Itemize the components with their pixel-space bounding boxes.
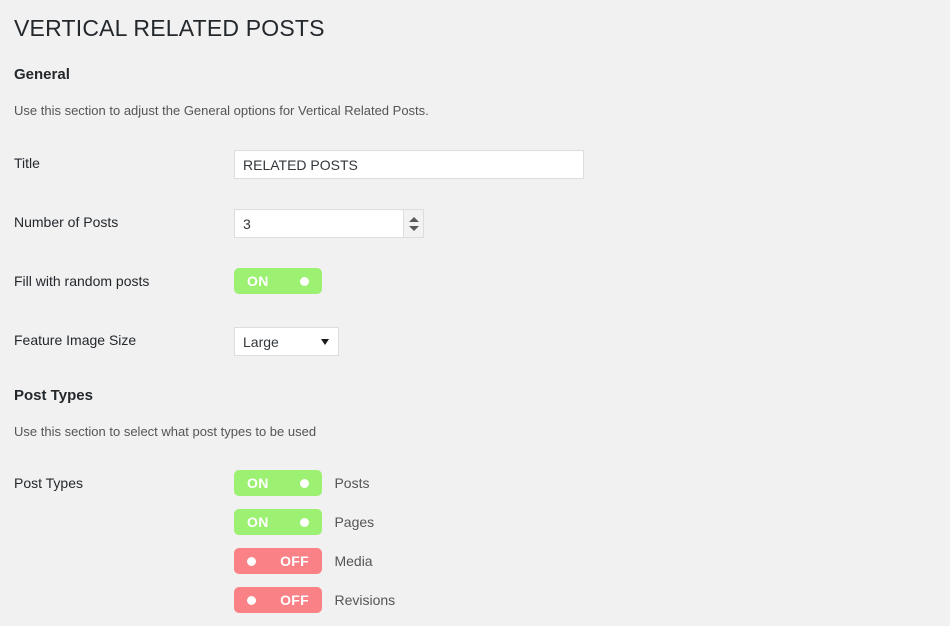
number-of-posts-stepper[interactable] xyxy=(234,209,424,238)
post-type-caption-pages: Pages xyxy=(334,509,374,535)
post-type-toggle-pages[interactable]: ON xyxy=(234,509,322,535)
field-label-feature-image-size: Feature Image Size xyxy=(14,330,136,350)
number-spinner[interactable] xyxy=(403,210,423,237)
toggle-state-label: ON xyxy=(247,470,269,496)
page-title: VERTICAL RELATED POSTS xyxy=(14,14,325,43)
list-item: ON Pages xyxy=(234,509,395,535)
toggle-knob-icon xyxy=(300,479,309,488)
post-type-toggle-posts[interactable]: ON xyxy=(234,470,322,496)
triangle-up-icon[interactable] xyxy=(409,217,419,222)
post-types-toggle-list: ON Posts ON Pages OFF Media xyxy=(234,470,395,626)
settings-page: VERTICAL RELATED POSTS General Use this … xyxy=(0,0,950,621)
toggle-knob-icon xyxy=(300,518,309,527)
field-control-title xyxy=(234,150,584,179)
number-of-posts-input[interactable] xyxy=(235,210,423,237)
toggle-knob-icon xyxy=(247,596,256,605)
post-type-toggle-revisions[interactable]: OFF xyxy=(234,587,322,613)
post-type-caption-revisions: Revisions xyxy=(334,587,395,613)
toggle-state-label: ON xyxy=(247,509,269,535)
section-description-post-types: Use this section to select what post typ… xyxy=(14,423,316,441)
section-heading-post-types: Post Types xyxy=(14,386,93,406)
fill-with-random-posts-toggle[interactable]: ON xyxy=(234,268,322,294)
list-item: OFF Media xyxy=(234,548,395,574)
field-label-fill-with-random-posts: Fill with random posts xyxy=(14,271,149,291)
section-description-general: Use this section to adjust the General o… xyxy=(14,102,429,120)
toggle-knob-icon xyxy=(300,277,309,286)
list-item: ON Posts xyxy=(234,470,395,496)
section-heading-general: General xyxy=(14,65,70,85)
post-type-caption-posts: Posts xyxy=(334,470,369,496)
toggle-knob-icon xyxy=(247,557,256,566)
field-control-fill-with-random-posts: ON xyxy=(234,268,322,294)
post-type-caption-media: Media xyxy=(334,548,372,574)
feature-image-size-selected-value: Large xyxy=(243,332,279,352)
post-type-toggle-media[interactable]: OFF xyxy=(234,548,322,574)
chevron-down-icon[interactable] xyxy=(321,339,329,345)
toggle-state-label: OFF xyxy=(280,548,309,574)
feature-image-size-select[interactable]: Large xyxy=(234,327,339,356)
list-item: OFF Revisions xyxy=(234,587,395,613)
field-label-title: Title xyxy=(14,153,40,173)
field-control-feature-image-size: Large xyxy=(234,327,339,356)
toggle-state-label: ON xyxy=(247,268,269,294)
title-input[interactable] xyxy=(234,150,584,179)
field-label-post-types: Post Types xyxy=(14,473,83,493)
triangle-down-icon[interactable] xyxy=(409,226,419,231)
toggle-state-label: OFF xyxy=(280,587,309,613)
field-label-number-of-posts: Number of Posts xyxy=(14,212,118,232)
field-control-number-of-posts xyxy=(234,209,424,238)
